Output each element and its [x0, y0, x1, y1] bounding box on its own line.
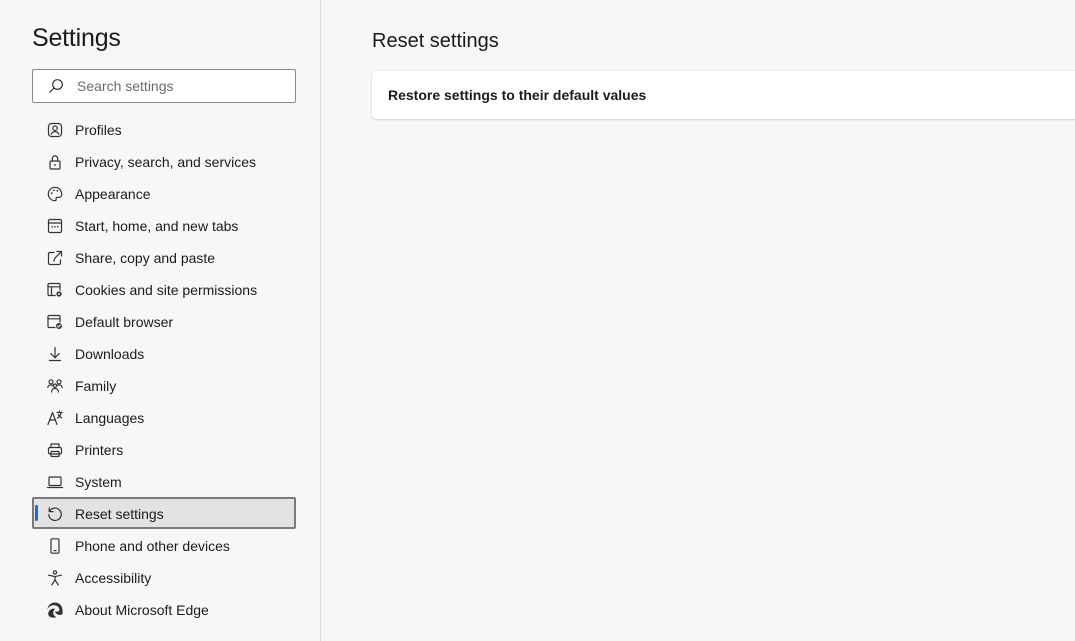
sidebar-item-label: Phone and other devices	[75, 538, 230, 554]
download-icon	[48, 346, 62, 362]
sidebar-item-accessibility[interactable]: Accessibility	[32, 561, 296, 593]
sidebar-item-label: Appearance	[75, 186, 151, 202]
cookies-permissions-icon	[47, 282, 63, 298]
sidebar-item-label: Languages	[75, 410, 145, 426]
printer-icon	[47, 443, 63, 458]
accessibility-icon	[47, 570, 63, 586]
phone-icon	[50, 538, 60, 554]
sidebar-item-label: Accessibility	[75, 570, 152, 586]
languages-icon	[47, 410, 63, 426]
sidebar-item-label: Cookies and site permissions	[75, 282, 258, 298]
search-icon	[49, 79, 63, 93]
palette-icon	[47, 186, 63, 202]
settings-window: Settings Profiles	[0, 0, 1075, 641]
sidebar-item-label: Default browser	[75, 314, 174, 330]
page-title: Reset settings	[372, 30, 499, 52]
sidebar-item-label: Share, copy and paste	[75, 250, 216, 266]
sidebar-item-family[interactable]: Family	[32, 369, 296, 401]
settings-nav: Profiles Privacy, search, and services A…	[32, 113, 296, 625]
profile-icon	[47, 122, 63, 138]
laptop-icon	[46, 476, 64, 489]
sidebar-item-label: System	[75, 474, 122, 490]
sidebar-item-printers[interactable]: Printers	[32, 433, 296, 465]
sidebar-item-system[interactable]: System	[32, 465, 296, 497]
sidebar-item-downloads[interactable]: Downloads	[32, 337, 296, 369]
reset-icon	[48, 507, 62, 522]
search-input[interactable]	[77, 70, 289, 102]
sidebar-item-label: Profiles	[75, 122, 122, 138]
sidebar-item-label: Reset settings	[75, 506, 164, 522]
sidebar-item-reset-settings[interactable]: Reset settings	[32, 497, 296, 529]
sidebar-title: Settings	[32, 24, 121, 52]
settings-content: Reset settings Restore settings to their…	[322, 0, 1075, 641]
search-box[interactable]	[32, 69, 296, 103]
sidebar-item-phone-devices[interactable]: Phone and other devices	[32, 529, 296, 561]
sidebar-item-start-home[interactable]: Start, home, and new tabs	[32, 209, 296, 241]
sidebar-item-privacy[interactable]: Privacy, search, and services	[32, 145, 296, 177]
edge-logo-icon	[47, 602, 63, 618]
settings-sidebar: Settings Profiles	[0, 0, 321, 641]
family-icon	[47, 379, 63, 393]
sidebar-item-appearance[interactable]: Appearance	[32, 177, 296, 209]
start-page-icon	[47, 218, 63, 234]
sidebar-item-share-copy-paste[interactable]: Share, copy and paste	[32, 241, 296, 273]
share-icon	[47, 250, 63, 266]
sidebar-item-label: About Microsoft Edge	[75, 602, 209, 618]
sidebar-item-about-edge[interactable]: About Microsoft Edge	[32, 593, 296, 625]
sidebar-item-label: Downloads	[75, 346, 145, 362]
sidebar-item-profiles[interactable]: Profiles	[32, 113, 296, 145]
sidebar-item-languages[interactable]: Languages	[32, 401, 296, 433]
sidebar-item-cookies-permissions[interactable]: Cookies and site permissions	[32, 273, 296, 305]
sidebar-item-label: Start, home, and new tabs	[75, 218, 239, 234]
default-browser-icon	[47, 314, 63, 330]
sidebar-item-label: Privacy, search, and services	[75, 154, 257, 170]
restore-defaults-card[interactable]: Restore settings to their default values	[372, 71, 1075, 119]
sidebar-item-default-browser[interactable]: Default browser	[32, 305, 296, 337]
sidebar-item-label: Printers	[75, 442, 124, 458]
lock-icon	[49, 155, 61, 170]
restore-defaults-label: Restore settings to their default values	[388, 87, 647, 103]
sidebar-item-label: Family	[75, 378, 117, 394]
